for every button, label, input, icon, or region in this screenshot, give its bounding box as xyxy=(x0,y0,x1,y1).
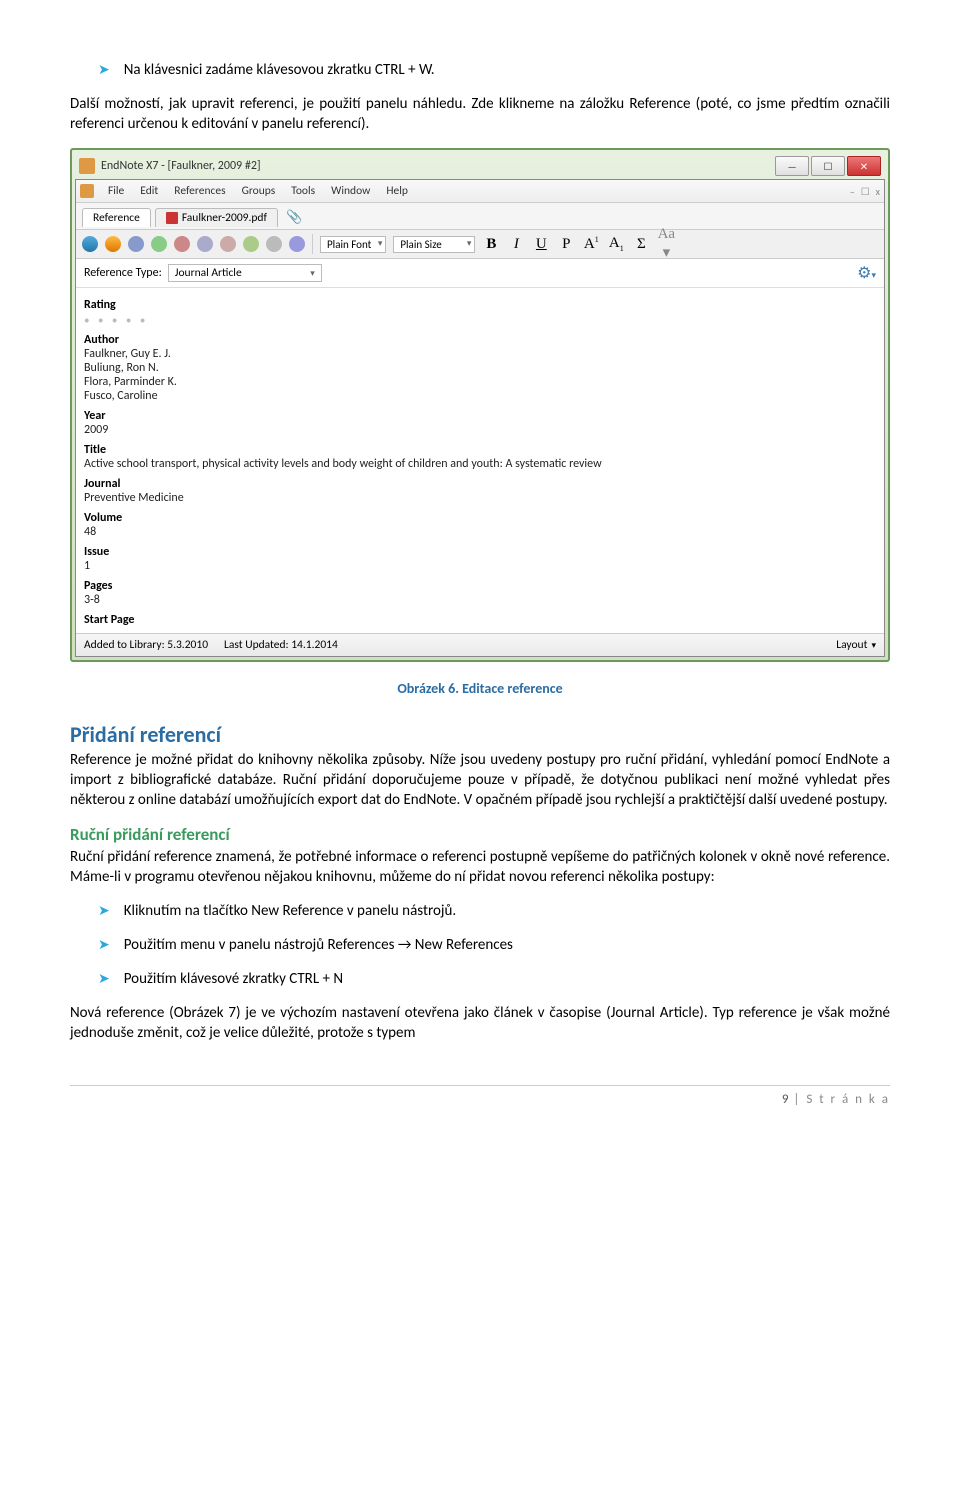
toolbar: Plain Font Plain Size B I U P A1 A1 Σ Aa… xyxy=(76,230,884,259)
size-select[interactable]: Plain Size xyxy=(393,236,475,253)
bullet-text: Použitím klávesové zkratky CTRL + N xyxy=(124,969,343,989)
author-val[interactable]: Fusco, Caroline xyxy=(84,389,876,403)
author-label: Author xyxy=(84,333,876,347)
bold-button[interactable]: B xyxy=(482,236,500,253)
maximize-button[interactable]: ☐ xyxy=(811,156,845,176)
tool-icon-8[interactable] xyxy=(289,236,305,252)
globe-back-icon[interactable] xyxy=(82,236,98,252)
arrow-icon: ➤ xyxy=(98,60,110,80)
tool-icon-5[interactable] xyxy=(220,236,236,252)
added-date: Added to Library: 5.3.2010 xyxy=(84,638,208,652)
arrow-icon: ➤ xyxy=(98,969,110,989)
tool-icon-6[interactable] xyxy=(243,236,259,252)
rating-stars[interactable]: • • • • • xyxy=(84,314,876,327)
tool-icon-1[interactable] xyxy=(128,236,144,252)
title-val[interactable]: Active school transport, physical activi… xyxy=(84,457,876,471)
tool-icon-2[interactable] xyxy=(151,236,167,252)
minimize-button[interactable]: — xyxy=(775,156,809,176)
updated-date: Last Updated: 14.1.2014 xyxy=(224,638,338,652)
volume-label: Volume xyxy=(84,511,876,525)
heading-add-references: Přidání referencí xyxy=(70,721,890,748)
case-button[interactable]: Aa ▾ xyxy=(657,226,675,262)
sigma-button[interactable]: Σ xyxy=(632,236,650,253)
bullet-text: Kliknutím na tlačítko New Reference v pa… xyxy=(124,901,456,921)
tab-reference[interactable]: Reference xyxy=(82,208,151,227)
sec2-paragraph: Ruční přidání reference znamená, že potř… xyxy=(70,847,890,887)
app-screenshot: EndNote X7 - [Faulkner, 2009 #2] — ☐ ✕ F… xyxy=(70,148,890,662)
author-val[interactable]: Faulkner, Guy E. J. xyxy=(84,347,876,361)
italic-button[interactable]: I xyxy=(507,236,525,253)
menu-help[interactable]: Help xyxy=(386,184,408,198)
menu-tools[interactable]: Tools xyxy=(291,184,315,198)
bullet-item: ➤ Na klávesnici zadáme klávesovou zkratk… xyxy=(98,60,890,80)
author-val[interactable]: Flora, Parminder K. xyxy=(84,375,876,389)
layout-button[interactable]: Layout▾ xyxy=(836,638,876,652)
sec1-paragraph: Reference je možné přidat do knihovny ně… xyxy=(70,750,890,810)
tab-reference-label: Reference xyxy=(93,211,140,225)
figure-caption: Obrázek 6. Editace reference xyxy=(70,680,890,697)
globe-forward-icon[interactable] xyxy=(105,236,121,252)
menubar: File Edit References Groups Tools Window… xyxy=(76,180,884,203)
bullet-text: Použitím menu v panelu nástrojů Referenc… xyxy=(124,935,513,955)
menu-file[interactable]: File xyxy=(108,184,124,198)
reference-type-label: Reference Type: xyxy=(84,266,162,280)
year-label: Year xyxy=(84,409,876,423)
author-val[interactable]: Buliung, Ron N. xyxy=(84,361,876,375)
underline-button[interactable]: U xyxy=(532,236,550,253)
arrow-icon: ➤ xyxy=(98,901,110,921)
bullet-item: ➤ Kliknutím na tlačítko New Reference v … xyxy=(98,901,890,921)
tool-icon-3[interactable] xyxy=(174,236,190,252)
pages-val[interactable]: 3-8 xyxy=(84,593,876,607)
reference-type-dropdown[interactable]: Journal Article▾ xyxy=(168,264,322,282)
title-label: Title xyxy=(84,443,876,457)
issue-label: Issue xyxy=(84,545,876,559)
menu-references[interactable]: References xyxy=(174,184,225,198)
rating-label: Rating xyxy=(84,298,876,312)
tab-pdf[interactable]: Faulkner-2009.pdf xyxy=(155,208,278,227)
app-logo-icon xyxy=(80,184,94,198)
window-title: EndNote X7 - [Faulkner, 2009 #2] xyxy=(101,159,261,173)
pdf-icon xyxy=(166,212,178,224)
bullet-item: ➤ Použitím menu v panelu nástrojů Refere… xyxy=(98,935,890,955)
window-titlebar: EndNote X7 - [Faulkner, 2009 #2] — ☐ ✕ xyxy=(75,153,885,179)
issue-val[interactable]: 1 xyxy=(84,559,876,573)
close-button[interactable]: ✕ xyxy=(847,156,881,176)
p-button[interactable]: P xyxy=(557,236,575,253)
reference-type-row: Reference Type: Journal Article▾ ⚙▾ xyxy=(76,259,884,288)
tool-icon-4[interactable] xyxy=(197,236,213,252)
app-icon xyxy=(79,158,95,174)
font-select[interactable]: Plain Font xyxy=(320,236,386,253)
pages-label: Pages xyxy=(84,579,876,593)
page-word: S t r á n k a xyxy=(806,1092,890,1107)
menu-edit[interactable]: Edit xyxy=(140,184,158,198)
sec2-paragraph2: Nová reference (Obrázek 7) je ve výchozí… xyxy=(70,1003,890,1043)
tool-icon-7[interactable] xyxy=(266,236,282,252)
sub-close-icon[interactable]: x xyxy=(876,185,880,198)
bullet-item: ➤ Použitím klávesové zkratky CTRL + N xyxy=(98,969,890,989)
sub-min-icon[interactable]: – xyxy=(850,185,855,198)
volume-val[interactable]: 48 xyxy=(84,525,876,539)
menu-window[interactable]: Window xyxy=(331,184,370,198)
year-val[interactable]: 2009 xyxy=(84,423,876,437)
sub-max-icon[interactable]: ☐ xyxy=(861,185,870,198)
gear-icon[interactable]: ⚙▾ xyxy=(857,263,876,283)
tab-pdf-label: Faulkner-2009.pdf xyxy=(182,211,267,225)
status-bar: Added to Library: 5.3.2010 Last Updated:… xyxy=(76,633,884,656)
journal-val[interactable]: Preventive Medicine xyxy=(84,491,876,505)
page-footer: 9 | S t r á n k a xyxy=(70,1085,890,1107)
pin-icon[interactable]: 📎 xyxy=(286,210,302,225)
reference-fields: Rating • • • • • Author Faulkner, Guy E.… xyxy=(76,288,884,633)
subscript-button[interactable]: A1 xyxy=(607,235,625,253)
startpage-label: Start Page xyxy=(84,613,876,627)
heading-manual-add: Ruční přidání referencí xyxy=(70,824,890,845)
intro-paragraph: Další možností, jak upravit referenci, j… xyxy=(70,94,890,134)
page-number: 9 xyxy=(782,1092,789,1107)
menu-groups[interactable]: Groups xyxy=(242,184,276,198)
superscript-button[interactable]: A1 xyxy=(582,235,600,253)
bullet-text: Na klávesnici zadáme klávesovou zkratku … xyxy=(124,60,435,80)
tab-bar: Reference Faulkner-2009.pdf 📎 xyxy=(76,203,884,230)
journal-label: Journal xyxy=(84,477,876,491)
arrow-icon: ➤ xyxy=(98,935,110,955)
